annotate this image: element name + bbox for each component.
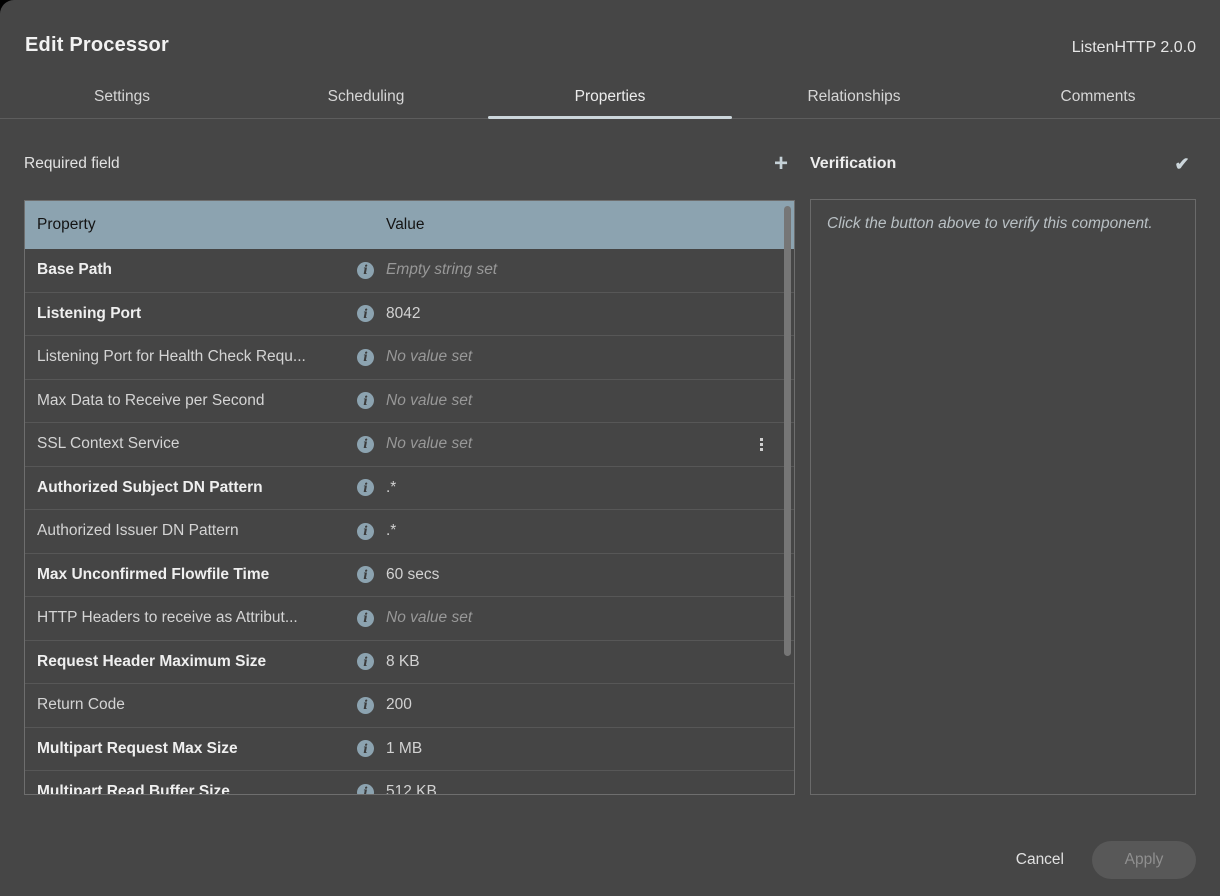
info-icon[interactable]: i [357,305,374,322]
verification-panel: Click the button above to verify this co… [810,199,1196,795]
property-name: Authorized Subject DN Pattern [37,479,357,497]
property-row[interactable]: Listening Port for Health Check Requ... … [25,336,794,380]
info-icon[interactable]: i [357,392,374,409]
property-value: No value set [386,348,782,366]
property-row[interactable]: HTTP Headers to receive as Attribut... i… [25,597,794,641]
table-scrollbar-thumb[interactable] [784,206,791,656]
info-icon[interactable]: i [357,740,374,757]
property-value: .* [386,522,782,540]
properties-table: Property Value Base Path i Empty string … [24,200,795,795]
property-value: 200 [386,696,782,714]
plus-icon: + [774,152,788,176]
property-row[interactable]: Max Data to Receive per Second i No valu… [25,380,794,424]
check-icon: ✔ [1174,154,1189,175]
tab-scheduling[interactable]: Scheduling [244,76,488,118]
info-icon[interactable]: i [357,697,374,714]
info-icon[interactable]: i [357,784,374,795]
tab-relationships[interactable]: Relationships [732,76,976,118]
property-name: HTTP Headers to receive as Attribut... [37,609,357,627]
property-value: Empty string set [386,261,782,279]
info-icon[interactable]: i [357,262,374,279]
property-name: Base Path [37,261,357,279]
property-value: No value set [386,435,752,453]
info-icon[interactable]: i [357,436,374,453]
property-name: Authorized Issuer DN Pattern [37,522,357,540]
apply-button[interactable]: Apply [1092,841,1196,879]
property-value: 1 MB [386,740,782,758]
info-icon[interactable]: i [357,349,374,366]
property-value: 60 secs [386,566,782,584]
info-icon[interactable]: i [357,653,374,670]
verification-heading: Verification [810,155,896,173]
property-row[interactable]: Authorized Subject DN Pattern i .* [25,467,794,511]
info-icon[interactable]: i [357,610,374,627]
property-row[interactable]: SSL Context Service i No value set [25,423,794,467]
add-property-button[interactable]: + [767,150,795,178]
more-options-icon[interactable] [752,438,770,451]
tab-bar: Settings Scheduling Properties Relations… [0,76,1220,119]
property-value: No value set [386,609,782,627]
property-value: 8 KB [386,653,782,671]
property-row[interactable]: Multipart Read Buffer Size i 512 KB [25,771,794,795]
required-field-label: Required field [24,155,120,173]
property-row[interactable]: Base Path i Empty string set [25,249,794,293]
info-icon[interactable]: i [357,523,374,540]
edit-processor-dialog: Edit Processor ListenHTTP 2.0.0 Settings… [0,0,1220,896]
property-name: Max Unconfirmed Flowfile Time [37,566,357,584]
property-value: 512 KB [386,783,782,795]
property-row[interactable]: Authorized Issuer DN Pattern i .* [25,510,794,554]
property-row[interactable]: Request Header Maximum Size i 8 KB [25,641,794,685]
table-header: Property Value [25,201,794,249]
info-icon[interactable]: i [357,479,374,496]
property-name: Request Header Maximum Size [37,653,357,671]
property-value: .* [386,479,782,497]
property-name: Return Code [37,696,357,714]
property-row[interactable]: Multipart Request Max Size i 1 MB [25,728,794,772]
property-name: Listening Port [37,305,357,323]
property-name: Multipart Read Buffer Size [37,783,357,795]
property-row[interactable]: Max Unconfirmed Flowfile Time i 60 secs [25,554,794,598]
property-row[interactable]: Listening Port i 8042 [25,293,794,337]
component-version: ListenHTTP 2.0.0 [1072,39,1196,57]
tab-properties[interactable]: Properties [488,76,732,118]
tab-comments[interactable]: Comments [976,76,1220,118]
property-name: Listening Port for Health Check Requ... [37,348,357,366]
verification-message: Click the button above to verify this co… [827,215,1153,232]
column-header-property: Property [37,216,386,234]
property-row[interactable]: Return Code i 200 [25,684,794,728]
dialog-title: Edit Processor [25,34,169,57]
cancel-button[interactable]: Cancel [1012,843,1068,877]
table-body: Base Path i Empty string set Listening P… [25,249,794,795]
property-value: No value set [386,392,782,410]
property-value: 8042 [386,305,782,323]
column-header-value: Value [386,216,782,234]
tab-settings[interactable]: Settings [0,76,244,118]
property-name: SSL Context Service [37,435,357,453]
property-name: Multipart Request Max Size [37,740,357,758]
property-name: Max Data to Receive per Second [37,392,357,410]
info-icon[interactable]: i [357,566,374,583]
verify-button[interactable]: ✔ [1168,150,1196,178]
